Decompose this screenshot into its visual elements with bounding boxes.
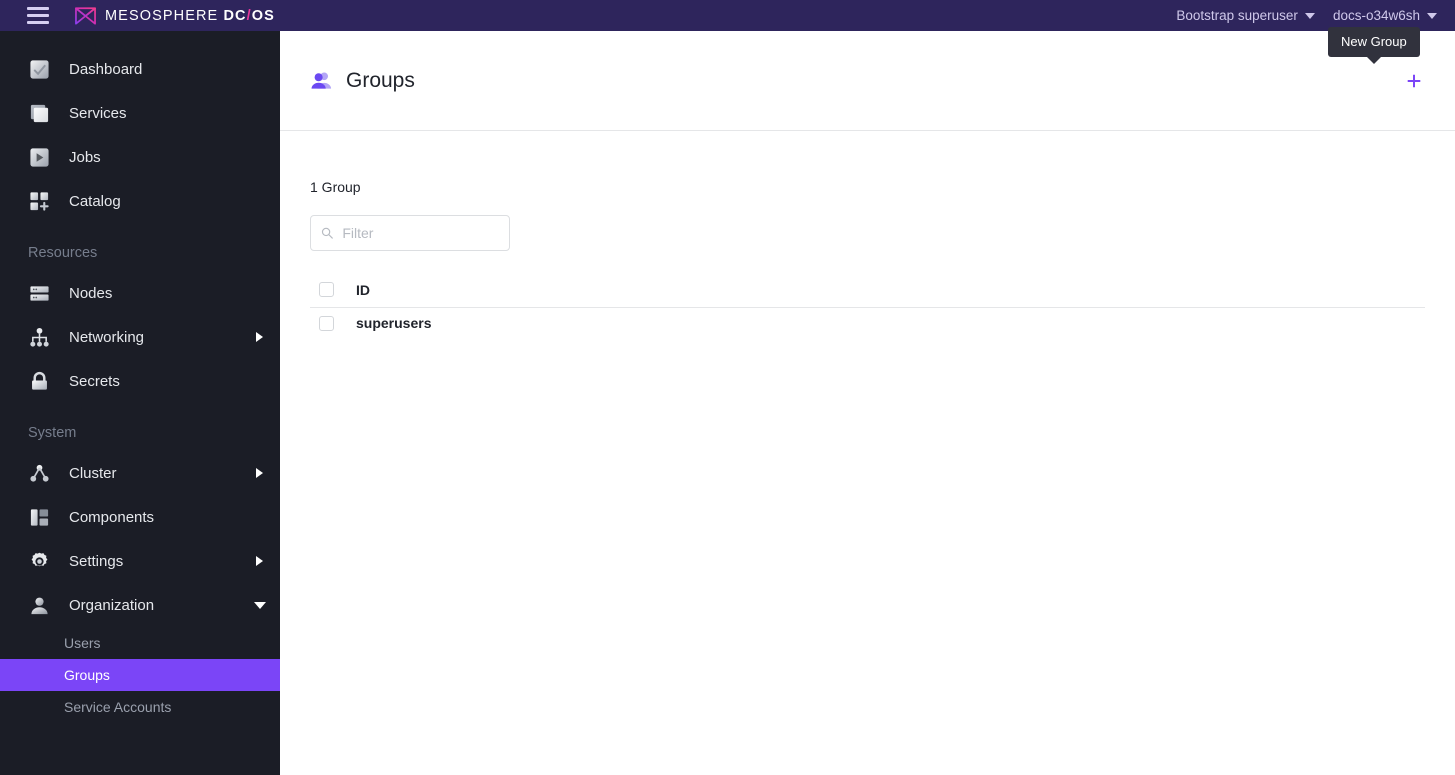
- page-title: Groups: [346, 68, 415, 92]
- chevron-right-icon: [256, 332, 263, 342]
- group-count-label: 1 Group: [310, 179, 361, 195]
- chevron-right-icon: [256, 468, 263, 478]
- sidebar-item-cluster[interactable]: Cluster: [0, 451, 280, 495]
- networking-icon: [28, 326, 51, 349]
- sidebar-item-label: Cluster: [69, 464, 117, 482]
- tooltip-arrow: [1365, 56, 1382, 64]
- page-title-wrap: Groups: [310, 69, 415, 93]
- sidebar-item-users[interactable]: Users: [0, 627, 280, 659]
- header-right-cluster: Bootstrap superuser docs-o34w6sh: [1176, 8, 1455, 23]
- filter-input[interactable]: [342, 225, 499, 241]
- chevron-down-icon: [1304, 12, 1315, 19]
- table-header-row: ID: [310, 273, 1425, 308]
- sidebar-subitem-label: Service Accounts: [64, 699, 172, 715]
- plus-icon: [1407, 74, 1421, 87]
- sidebar-item-label: Networking: [69, 328, 145, 346]
- sidebar-item-label: Services: [69, 104, 127, 122]
- nodes-icon: [28, 282, 51, 305]
- sidebar-item-nodes[interactable]: Nodes: [0, 271, 280, 315]
- sidebar-item-services[interactable]: Services: [0, 91, 280, 135]
- column-header-id[interactable]: ID: [356, 273, 1425, 308]
- sidebar-item-jobs[interactable]: Jobs: [0, 135, 280, 179]
- sidebar-item-settings[interactable]: Settings: [0, 539, 280, 583]
- sidebar-item-dashboard[interactable]: Dashboard: [0, 47, 280, 91]
- chevron-right-icon: [256, 556, 263, 566]
- filter-field[interactable]: [310, 215, 510, 251]
- user-menu-dropdown[interactable]: Bootstrap superuser: [1176, 8, 1315, 23]
- sidebar-subitem-label: Groups: [64, 667, 110, 683]
- organization-user-icon: [28, 594, 51, 617]
- chevron-down-icon: [1427, 12, 1437, 19]
- sidebar-section-system: System: [28, 425, 77, 441]
- sidebar-item-label: Secrets: [69, 372, 120, 390]
- brand-dc: DC: [223, 7, 247, 24]
- row-group-id[interactable]: superusers: [356, 307, 1425, 339]
- sidebar-item-label: Components: [69, 508, 155, 526]
- sidebar-item-label: Jobs: [69, 148, 101, 166]
- cluster-menu-dropdown[interactable]: docs-o34w6sh: [1333, 8, 1437, 23]
- cluster-menu-label: docs-o34w6sh: [1332, 8, 1420, 23]
- sidebar-item-catalog[interactable]: Catalog: [0, 179, 280, 223]
- page-header: Groups: [280, 31, 1455, 131]
- header-left-cluster: MESOSPHERE DC/OS: [0, 6, 275, 26]
- tooltip-label: New Group: [1341, 34, 1407, 49]
- sidebar: Dashboard Services Jobs Catalog Resource…: [0, 31, 280, 775]
- row-checkbox[interactable]: [319, 315, 334, 331]
- brand-text: MESOSPHERE DC/OS: [105, 8, 275, 24]
- brand-os: OS: [251, 7, 275, 24]
- search-icon: [321, 227, 333, 239]
- sidebar-item-label: Dashboard: [69, 60, 143, 78]
- new-group-tooltip: New Group: [1328, 27, 1420, 64]
- sidebar-item-networking[interactable]: Networking: [0, 315, 280, 359]
- row-select-cell: [310, 307, 356, 339]
- sidebar-item-secrets[interactable]: Secrets: [0, 359, 280, 403]
- catalog-icon: [28, 190, 51, 213]
- sidebar-item-organization[interactable]: Organization: [0, 583, 280, 627]
- chevron-down-icon: [254, 601, 266, 609]
- user-menu-label: Bootstrap superuser: [1176, 8, 1298, 23]
- select-all-header-cell: [310, 273, 356, 308]
- sidebar-item-label: Settings: [69, 552, 124, 570]
- select-all-checkbox[interactable]: [319, 282, 334, 298]
- jobs-icon: [28, 146, 51, 169]
- services-icon: [28, 102, 51, 125]
- components-icon: [28, 506, 51, 529]
- sidebar-item-label: Organization: [69, 596, 155, 614]
- settings-gear-icon: [28, 550, 51, 573]
- dashboard-icon: [28, 58, 51, 81]
- sidebar-item-components[interactable]: Components: [0, 495, 280, 539]
- main-content: Groups 1 Group ID: [280, 31, 1455, 775]
- sidebar-subitem-label: Users: [64, 635, 101, 651]
- sidebar-item-label: Catalog: [69, 192, 121, 210]
- groups-content: 1 Group ID: [280, 131, 1455, 339]
- cluster-icon: [28, 462, 51, 485]
- brand-name: MESOSPHERE: [105, 7, 219, 24]
- sidebar-item-service-accounts[interactable]: Service Accounts: [0, 691, 280, 723]
- groups-table: ID superusers: [310, 273, 1425, 339]
- brand[interactable]: MESOSPHERE DC/OS: [74, 6, 275, 26]
- table-row[interactable]: superusers: [310, 307, 1425, 339]
- mesosphere-logo-icon: [75, 6, 96, 25]
- app-header: MESOSPHERE DC/OS Bootstrap superuser doc…: [0, 0, 1455, 31]
- sidebar-section-resources: Resources: [28, 245, 98, 261]
- hamburger-icon[interactable]: [27, 7, 49, 24]
- secrets-lock-icon: [28, 370, 51, 393]
- groups-people-icon: [311, 72, 332, 89]
- new-group-button[interactable]: [1401, 68, 1427, 94]
- sidebar-item-groups[interactable]: Groups: [0, 659, 280, 691]
- sidebar-item-label: Nodes: [69, 284, 113, 302]
